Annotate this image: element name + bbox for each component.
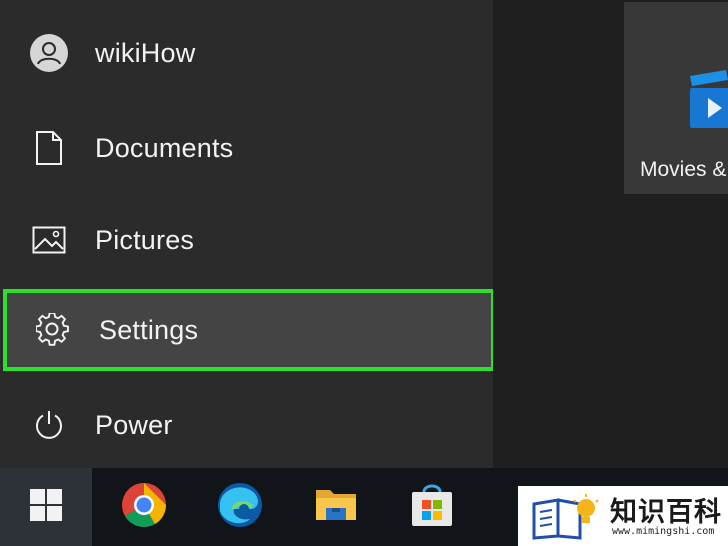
watermark-badge: 知识百科 www.mimingshi.com: [518, 486, 728, 546]
start-button[interactable]: [0, 468, 92, 546]
power-icon: [28, 404, 70, 446]
start-item-power[interactable]: Power: [0, 379, 493, 471]
gear-icon: [32, 309, 74, 351]
start-item-label: Settings: [99, 314, 199, 345]
taskbar-edge-button[interactable]: [194, 468, 286, 546]
watermark-url: www.mimingshi.com: [612, 526, 715, 537]
movies-icon: [686, 70, 728, 135]
store-icon: [410, 482, 454, 533]
start-item-label: Power: [95, 409, 173, 440]
start-item-label: Documents: [95, 132, 234, 163]
start-menu-left-pane: wikiHow Documents Pictures Settings Powe…: [0, 0, 495, 471]
edge-icon: [216, 481, 264, 534]
document-icon: [28, 127, 70, 169]
book-lightbulb-logo-icon: [530, 492, 606, 545]
chrome-icon: [120, 481, 168, 534]
tile-movies-tv[interactable]: Movies &: [624, 2, 728, 194]
start-item-label: Pictures: [95, 224, 195, 255]
start-item-pictures[interactable]: Pictures: [0, 194, 493, 286]
watermark-title: 知识百科: [610, 497, 722, 528]
start-item-user-account[interactable]: wikiHow: [0, 7, 493, 99]
tile-label: Movies &: [640, 158, 727, 181]
file-explorer-icon: [314, 486, 358, 529]
start-item-settings[interactable]: Settings: [3, 289, 495, 371]
start-item-label: wikiHow: [95, 37, 196, 68]
start-item-documents[interactable]: Documents: [0, 102, 493, 194]
user-avatar-icon: [28, 32, 70, 74]
taskbar-file-explorer-button[interactable]: [290, 468, 382, 546]
picture-icon: [28, 219, 70, 261]
taskbar-chrome-button[interactable]: [98, 468, 190, 546]
taskbar-store-button[interactable]: [386, 468, 478, 546]
windows-start-icon: [29, 488, 63, 527]
